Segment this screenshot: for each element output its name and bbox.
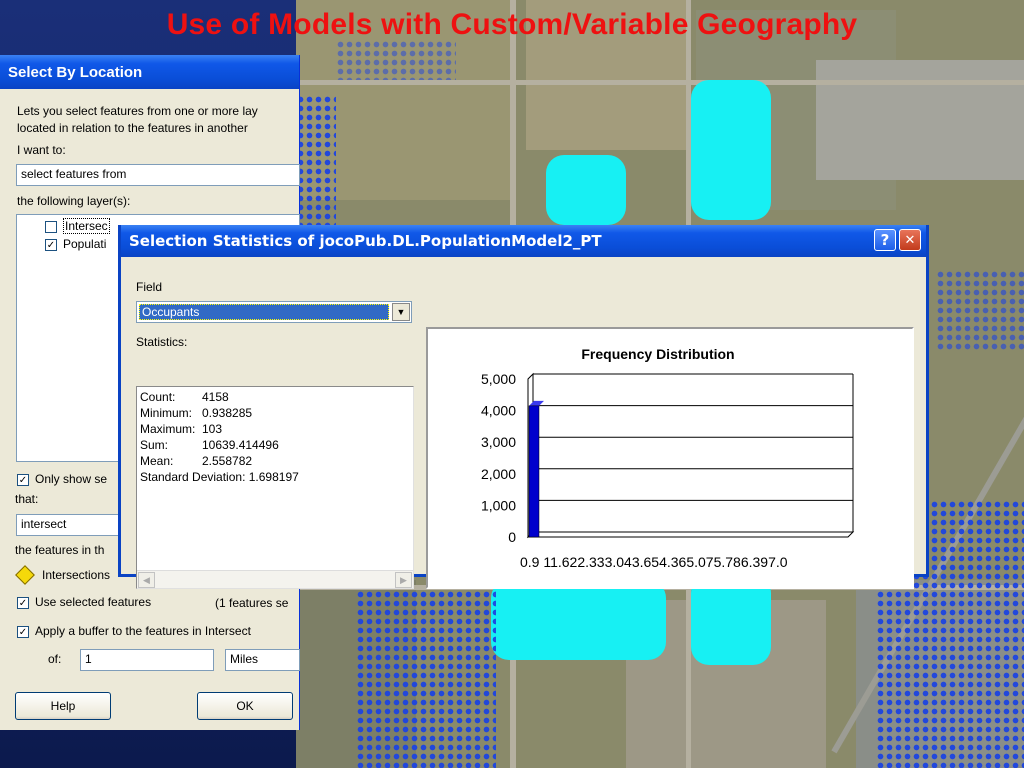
statistics-label: Statistics: <box>136 335 188 349</box>
help-button[interactable]: Help <box>15 692 111 720</box>
only-show-option[interactable]: ✓ Only show se <box>17 472 107 486</box>
that-label: that: <box>15 492 39 506</box>
field-dropdown[interactable]: Occupants ▼ <box>136 301 412 323</box>
apply-buffer-checkbox[interactable]: ✓ <box>17 625 29 638</box>
selected-count-text: (1 features se <box>215 596 289 610</box>
frequency-distribution-chart: Frequency Distribution 0 1,000 2,000 3,000 4,… <box>428 329 912 587</box>
only-show-checkbox[interactable]: ✓ <box>17 473 29 486</box>
statistics-textbox[interactable]: Count: 4158 Minimum: 0.938285 Maximum: 103 … <box>136 386 414 589</box>
layers-label: the following layer(s): <box>17 194 131 208</box>
i-want-to-label: I want to: <box>17 143 66 157</box>
scroll-right-icon[interactable]: ▶ <box>395 572 412 588</box>
frequency-chart-panel: Frequency Distribution 0 1,000 2,000 3,000 4,… <box>426 327 914 589</box>
description-line-2: located in relation to the features in a… <box>17 121 248 135</box>
layer-checkbox-unchecked[interactable] <box>45 220 57 233</box>
chart-x-tick-labels: 0.9 11.622.333.043.654.365.075.786.397.0 <box>520 554 788 570</box>
chart-y-tick-label: 5,000 <box>481 371 516 387</box>
buffer-units-dropdown[interactable]: Miles <box>225 649 300 671</box>
use-selected-checkbox[interactable]: ✓ <box>17 596 29 609</box>
stat-mean: Mean: 2.558782 <box>140 454 253 468</box>
chart-floor <box>526 531 855 538</box>
ok-button[interactable]: OK <box>197 692 293 720</box>
buffer-distance-input[interactable]: 1 <box>80 649 214 671</box>
description-line-1: Lets you select features from one or mor… <box>17 104 258 118</box>
chart-y-tick-label: 1,000 <box>481 497 516 513</box>
stat-standard-deviation: Standard Deviation: 1.698197 <box>140 470 299 484</box>
diamond-layer-icon <box>15 565 35 585</box>
stat-maximum: Maximum: 103 <box>140 422 223 436</box>
selection-statistics-dialog: Selection Statistics of jocoPub.DL.Popul… <box>118 225 929 589</box>
chart-bar <box>528 405 540 538</box>
scroll-left-icon[interactable]: ◀ <box>138 572 155 588</box>
use-selected-option[interactable]: ✓ Use selected features <box>17 595 151 609</box>
selection-statistics-title: Selection Statistics of jocoPub.DL.Popul… <box>129 232 602 250</box>
chart-y-tick-label: 3,000 <box>481 434 516 450</box>
horizontal-scrollbar[interactable]: ◀ ▶ <box>137 570 413 588</box>
close-icon[interactable]: ✕ <box>899 229 921 251</box>
chart-y-tick-label: 0 <box>508 529 516 545</box>
select-by-location-titlebar[interactable]: Select By Location <box>0 55 299 89</box>
stat-minimum: Minimum: 0.938285 <box>140 406 253 420</box>
chevron-down-icon[interactable]: ▼ <box>392 303 410 321</box>
select-by-location-title: Select By Location <box>8 63 143 81</box>
chart-title: Frequency Distribution <box>581 346 734 362</box>
chart-y-tick-label: 4,000 <box>481 403 516 419</box>
selection-statistics-titlebar[interactable]: Selection Statistics of jocoPub.DL.Popul… <box>121 225 926 257</box>
stat-count: Count: 4158 <box>140 390 229 404</box>
field-label: Field <box>136 280 163 294</box>
layer-checkbox-checked[interactable]: ✓ <box>45 238 57 251</box>
features-in-label: the features in th <box>15 543 105 557</box>
apply-buffer-option[interactable]: ✓ Apply a buffer to the features in Inter… <box>17 624 251 638</box>
chart-background <box>428 329 912 587</box>
selection-method-dropdown[interactable]: select features from <box>16 164 300 186</box>
help-icon[interactable]: ? <box>874 229 896 251</box>
slide-title: Use of Models with Custom/Variable Geogr… <box>166 8 858 41</box>
chart-y-tick-label: 2,000 <box>481 466 516 482</box>
source-layer-dropdown[interactable]: Intersections <box>15 565 110 585</box>
buffer-of-label: of: <box>48 652 62 666</box>
stat-sum: Sum: 10639.414496 <box>140 438 279 452</box>
